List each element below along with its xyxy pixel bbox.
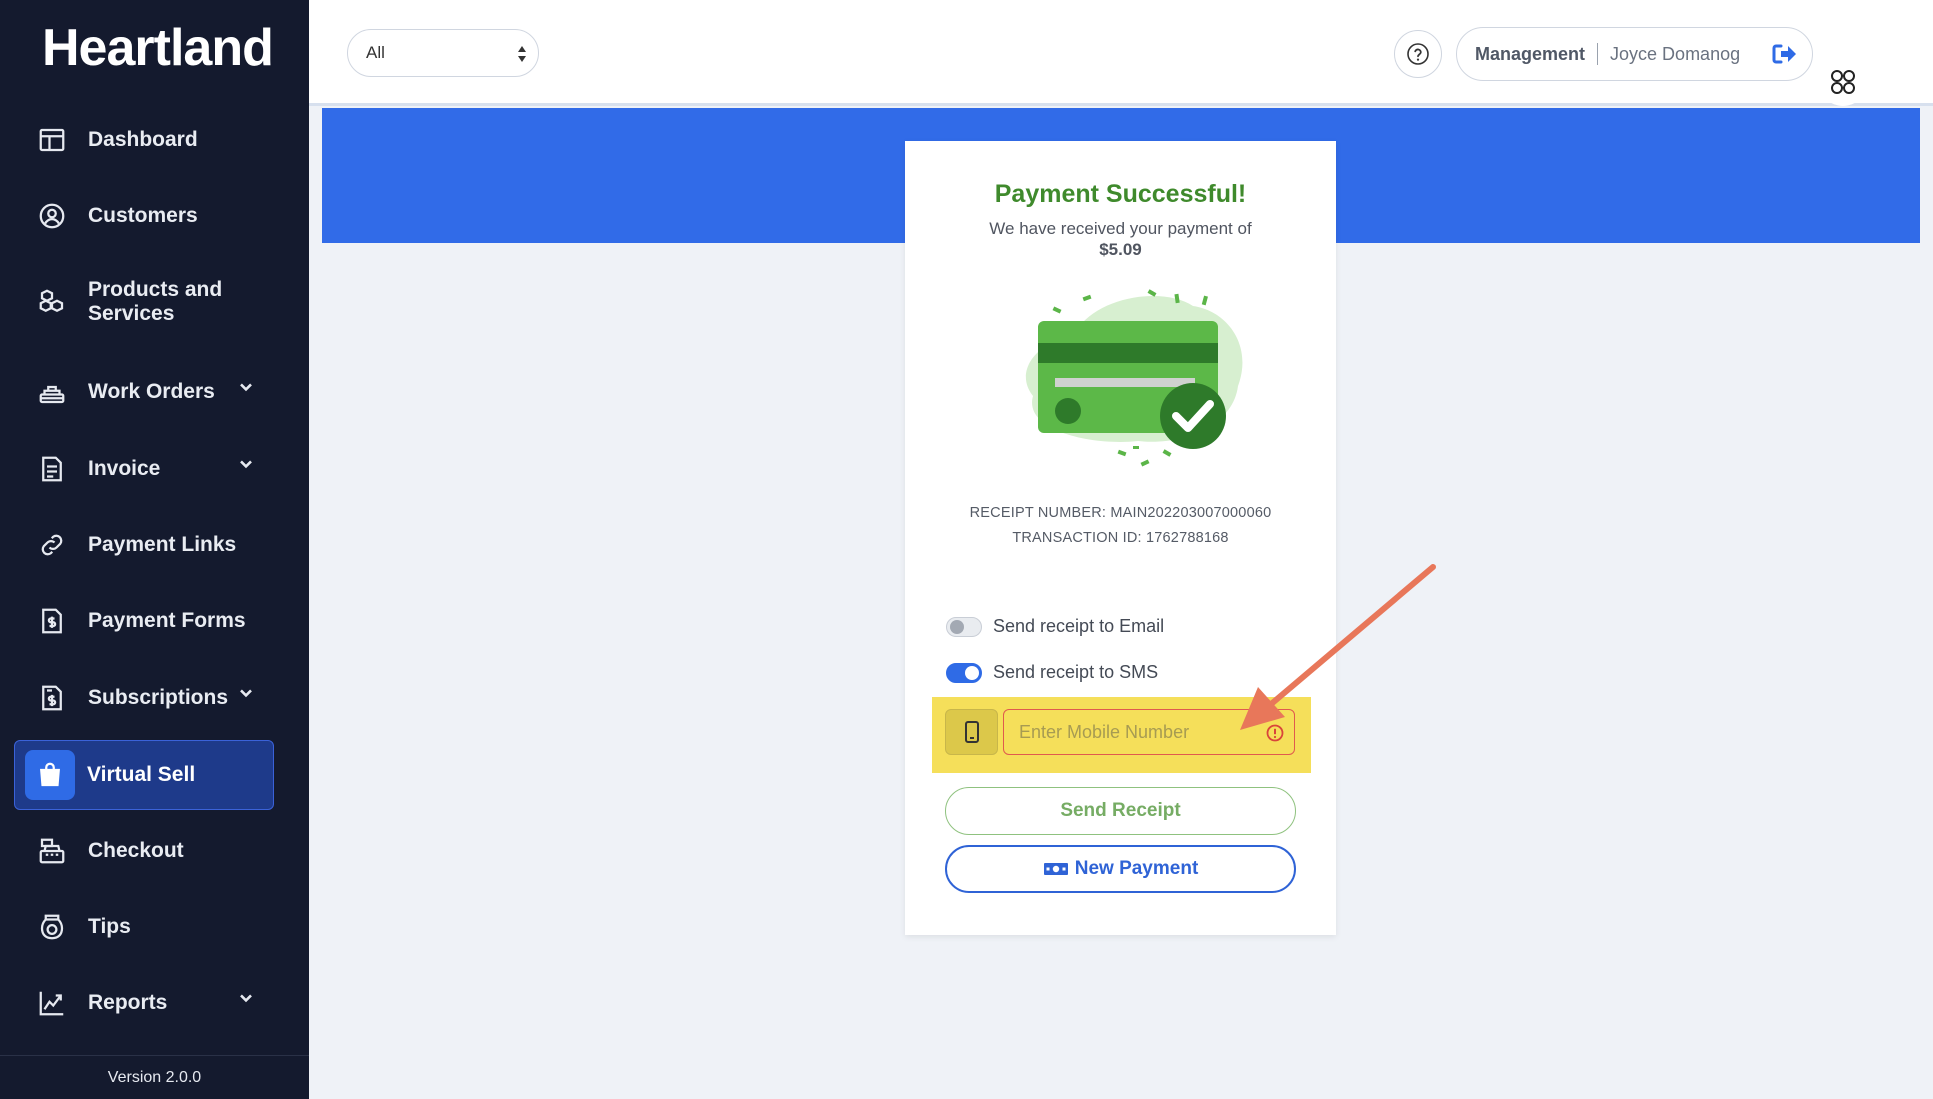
sidebar-item-subscriptions[interactable]: Subscriptions bbox=[14, 663, 274, 733]
cash-icon bbox=[1043, 863, 1068, 875]
products-icon bbox=[32, 282, 72, 322]
toggle-knob bbox=[965, 665, 979, 680]
sidebar-item-tips[interactable]: Tips bbox=[14, 892, 274, 962]
sidebar-item-label: Customers bbox=[88, 204, 198, 227]
customers-icon bbox=[32, 196, 72, 236]
subscriptions-icon bbox=[32, 678, 72, 718]
apps-grid-icon bbox=[1831, 70, 1855, 94]
location-select-value: All bbox=[366, 43, 385, 62]
question-icon bbox=[1407, 43, 1429, 65]
new-payment-label: New Payment bbox=[1074, 858, 1199, 879]
payment-message: We have received your payment of bbox=[989, 219, 1252, 238]
logout-icon[interactable] bbox=[1770, 40, 1798, 73]
send-receipt-label: Send Receipt bbox=[1060, 800, 1181, 821]
sidebar-item-label: Virtual Sell bbox=[87, 763, 196, 786]
sidebar-item-label: Subscriptions bbox=[88, 686, 229, 709]
toggle-knob bbox=[950, 619, 964, 634]
sidebar-item-reports[interactable]: Reports bbox=[14, 968, 274, 1038]
shopping-bag-icon bbox=[25, 750, 75, 800]
email-receipt-label: Send receipt to Email bbox=[993, 616, 1165, 636]
credit-card-success-icon bbox=[1025, 289, 1243, 467]
sidebar-item-label: Payment Links bbox=[88, 533, 237, 556]
mobile-number-highlight bbox=[932, 697, 1311, 773]
divider bbox=[1597, 43, 1599, 65]
sidebar-item-dashboard[interactable]: Dashboard bbox=[14, 105, 274, 175]
mobile-phone-icon bbox=[945, 709, 998, 755]
app-switcher-button[interactable] bbox=[1819, 58, 1867, 106]
sidebar-item-label: Invoice bbox=[88, 457, 161, 480]
top-bar: All Management Joyce Domanog bbox=[309, 0, 1933, 106]
sidebar-item-label: Dashboard bbox=[88, 128, 198, 151]
reports-icon bbox=[32, 983, 72, 1023]
sidebar-item-customers[interactable]: Customers bbox=[14, 181, 274, 251]
email-receipt-row: Send receipt to Email bbox=[946, 616, 1164, 637]
send-receipt-button[interactable]: Send Receipt bbox=[945, 787, 1296, 835]
user-menu[interactable]: Management Joyce Domanog bbox=[1456, 27, 1813, 81]
payment-success-card: Payment Successful! We have received you… bbox=[905, 141, 1336, 935]
sidebar-item-label: Tips bbox=[88, 915, 131, 938]
sidebar-item-virtual-sell[interactable]: Virtual Sell bbox=[14, 740, 274, 810]
sms-receipt-label: Send receipt to SMS bbox=[993, 662, 1159, 682]
chevron-down-icon bbox=[238, 990, 254, 1011]
sidebar-item-label: Checkout bbox=[88, 839, 184, 862]
user-name: Joyce Domanog bbox=[1610, 43, 1741, 64]
sms-receipt-toggle[interactable] bbox=[946, 662, 982, 683]
email-receipt-toggle[interactable] bbox=[946, 616, 982, 637]
tip-jar-icon bbox=[32, 907, 72, 947]
chevron-down-icon bbox=[238, 456, 254, 477]
receipt-number: RECEIPT NUMBER: MAIN202203007000060 bbox=[969, 505, 1272, 521]
sidebar-item-payment-links[interactable]: Payment Links bbox=[14, 510, 274, 580]
sidebar-item-label: Reports bbox=[88, 991, 168, 1014]
sidebar-item-invoice[interactable]: Invoice bbox=[14, 434, 274, 504]
sidebar-item-label: Products and Services bbox=[88, 278, 223, 325]
new-payment-button[interactable]: New Payment bbox=[945, 845, 1296, 893]
dashboard-icon bbox=[32, 120, 72, 160]
help-button[interactable] bbox=[1394, 30, 1442, 78]
sidebar-item-products-and-services[interactable]: Products and Services bbox=[14, 267, 274, 337]
work-orders-icon bbox=[32, 372, 72, 412]
app-version: Version 2.0.0 bbox=[0, 1055, 309, 1099]
error-icon bbox=[1266, 724, 1284, 742]
location-select[interactable]: All bbox=[347, 29, 539, 77]
mobile-number-input[interactable] bbox=[1003, 709, 1295, 755]
payment-title: Payment Successful! bbox=[994, 180, 1247, 208]
register-icon bbox=[32, 831, 72, 871]
user-role: Management bbox=[1475, 43, 1586, 64]
chevron-down-icon bbox=[238, 379, 254, 400]
sidebar: Heartland Dashboard Customers Products a… bbox=[0, 0, 309, 1099]
heartland-logo: Heartland bbox=[42, 19, 274, 77]
chevron-down-icon bbox=[238, 685, 254, 706]
transaction-id: TRANSACTION ID: 1762788168 bbox=[1012, 530, 1229, 546]
sms-receipt-row: Send receipt to SMS bbox=[946, 662, 1158, 683]
payment-forms-icon bbox=[32, 601, 72, 641]
invoice-icon bbox=[32, 449, 72, 489]
sidebar-item-label: Payment Forms bbox=[88, 609, 246, 632]
link-icon bbox=[32, 525, 72, 565]
select-arrows-icon bbox=[516, 44, 528, 69]
sidebar-item-checkout[interactable]: Checkout bbox=[14, 816, 274, 886]
sidebar-item-payment-forms[interactable]: Payment Forms bbox=[14, 586, 274, 656]
sidebar-item-work-orders[interactable]: Work Orders bbox=[14, 357, 274, 427]
payment-amount: $5.09 bbox=[1099, 240, 1142, 259]
sidebar-item-label: Work Orders bbox=[88, 380, 215, 403]
